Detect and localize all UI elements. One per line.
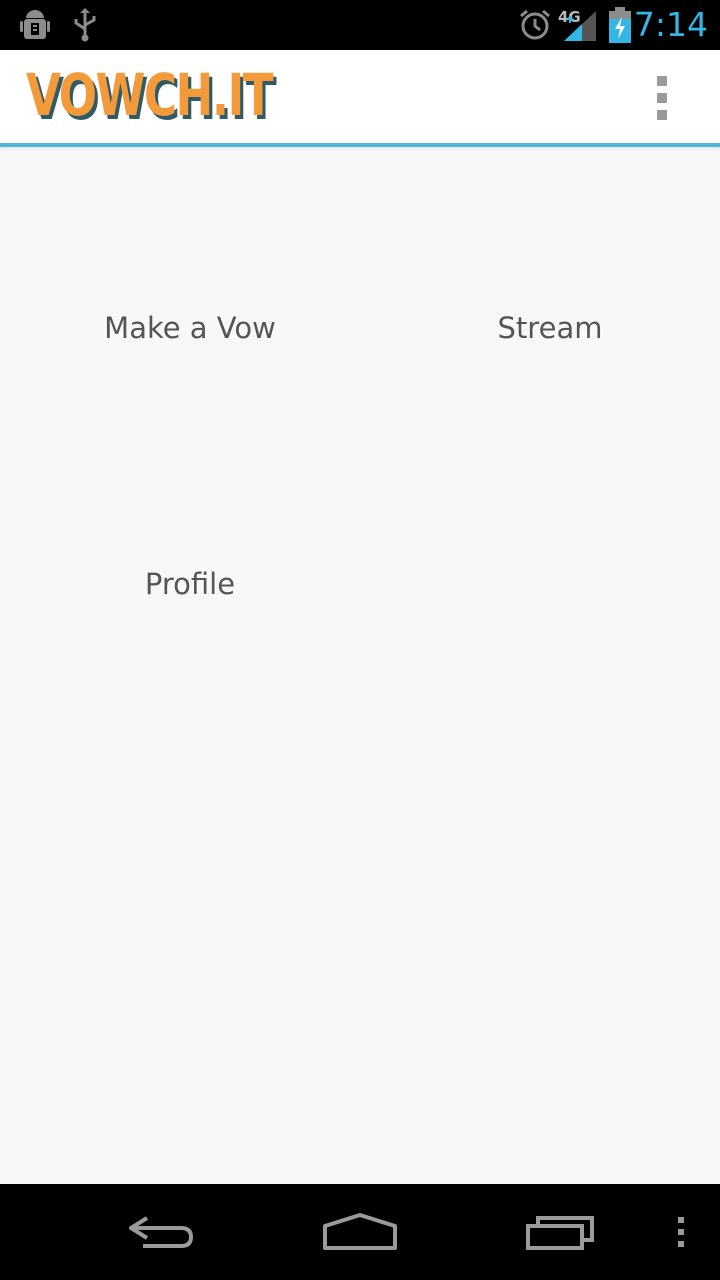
more-vertical-icon-dot	[657, 93, 667, 103]
alarm-icon	[518, 0, 552, 50]
overflow-menu-button[interactable]	[642, 76, 682, 120]
recent-apps-icon	[526, 1216, 594, 1250]
signal-icon	[562, 0, 598, 50]
profile-button[interactable]: Profile	[10, 564, 370, 604]
make-a-vow-button[interactable]: Make a Vow	[10, 308, 370, 348]
status-bar: 4G 7:14	[0, 0, 720, 50]
status-time: 7:14	[633, 5, 708, 44]
stream-button[interactable]: Stream	[370, 308, 720, 348]
recent-apps-button[interactable]	[510, 1184, 610, 1280]
android-debug-icon	[18, 0, 54, 50]
action-bar: VOWCH.IT	[0, 50, 720, 147]
overflow-menu-icon	[678, 1217, 684, 1247]
more-vertical-icon-dot	[657, 110, 667, 120]
usb-icon	[72, 0, 98, 50]
more-vertical-icon	[657, 76, 667, 86]
app-logo: VOWCH.IT	[26, 61, 274, 129]
navigation-bar	[0, 1184, 720, 1280]
home-button[interactable]	[310, 1184, 410, 1280]
back-icon	[129, 1216, 194, 1248]
back-button[interactable]	[110, 1184, 210, 1280]
home-icon	[323, 1213, 397, 1250]
nav-menu-button[interactable]	[664, 1184, 698, 1280]
battery-charging-icon	[608, 0, 632, 50]
